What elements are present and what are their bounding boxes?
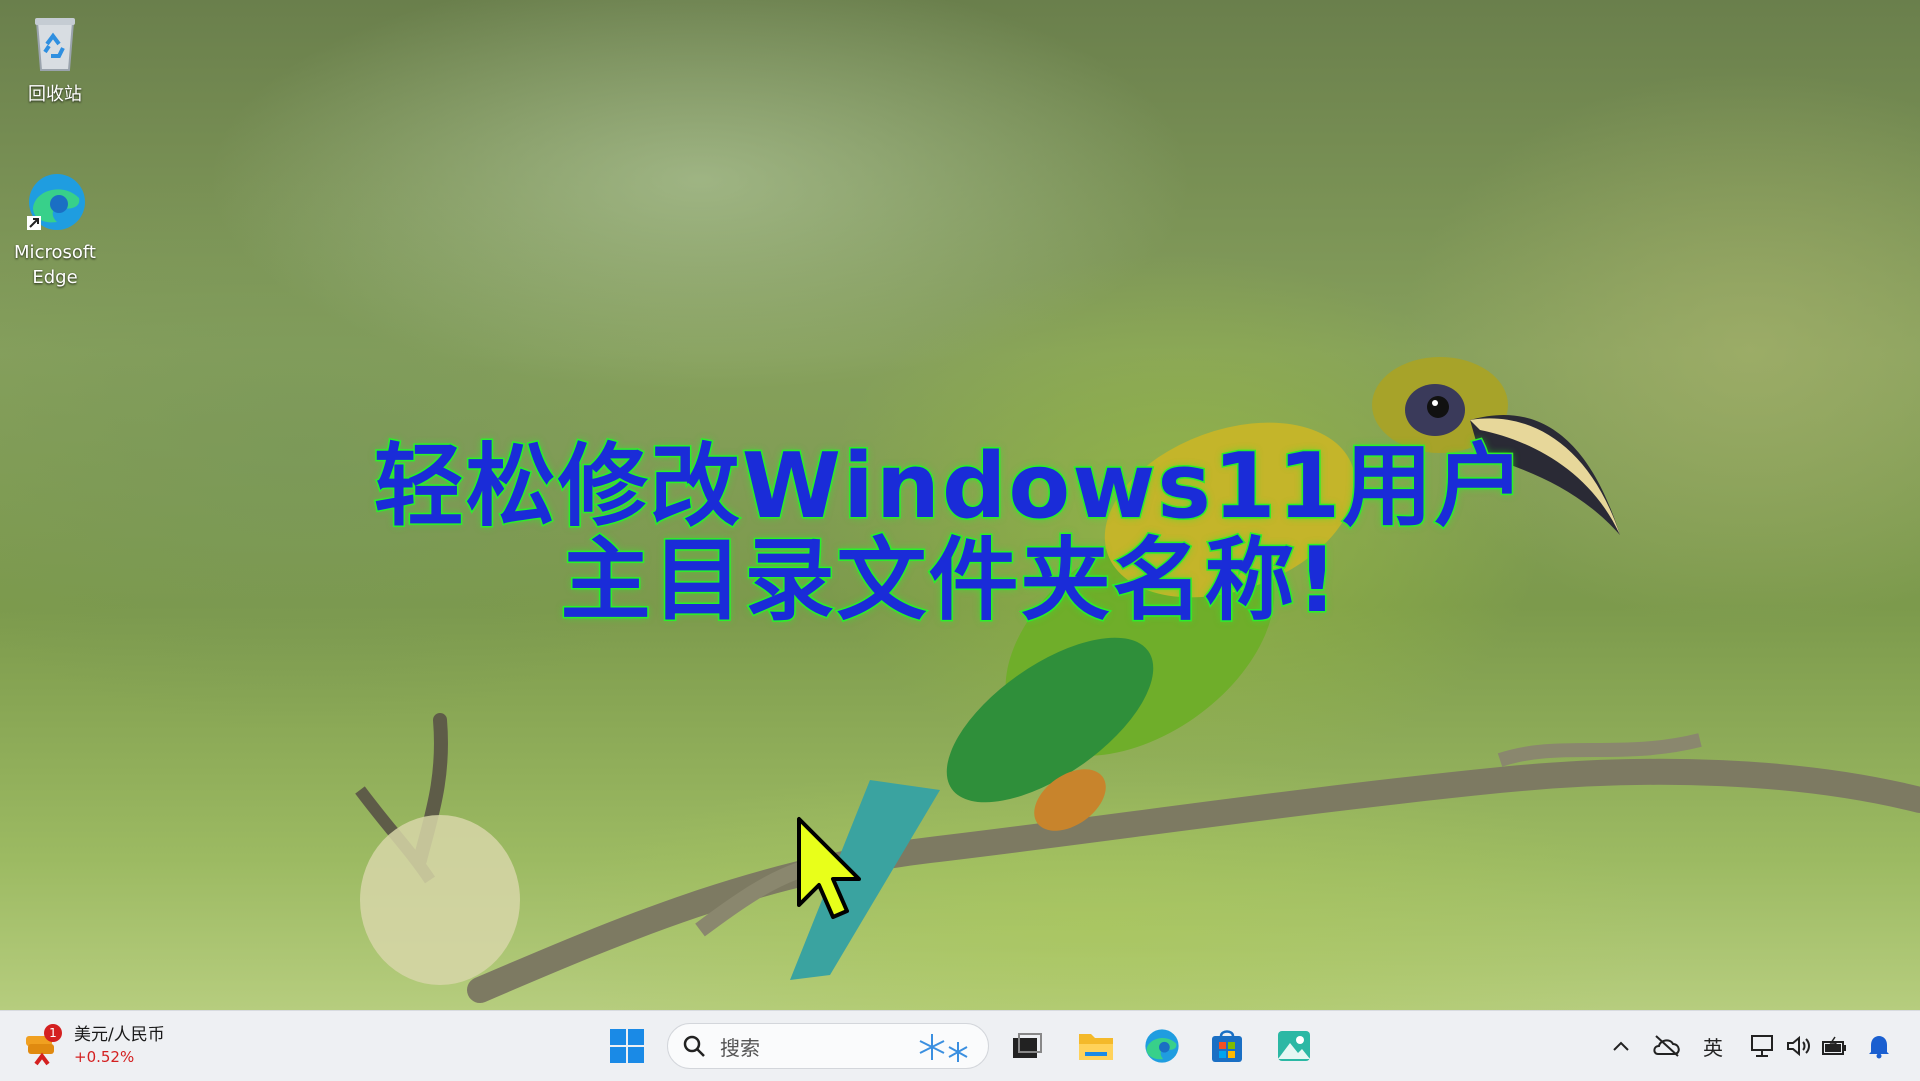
widget-title: 美元/人民币	[74, 1025, 165, 1045]
widgets-button[interactable]: 1 美元/人民币 +0.52%	[22, 1019, 192, 1073]
desktop: 回收站 Microsoft Edge 轻松修改Windows11用户 主目录文件…	[0, 0, 1920, 1010]
recycle-bin-glyph-icon	[35, 18, 75, 71]
photos-icon	[1278, 1031, 1310, 1061]
search-box[interactable]: 搜索	[667, 1023, 989, 1069]
battery-status[interactable]	[1818, 1029, 1852, 1063]
start-button[interactable]	[601, 1020, 653, 1072]
microsoft-store-button[interactable]	[1201, 1020, 1253, 1072]
battery-icon	[1822, 1036, 1846, 1055]
widget-value: +0.52%	[74, 1048, 135, 1066]
recycle-bin-icon[interactable]: 回收站	[7, 12, 103, 107]
windows-logo-icon	[610, 1029, 644, 1063]
notification-badge: 1	[44, 1024, 62, 1042]
recycle-bin-label: 回收站	[28, 84, 82, 105]
edge-icon	[27, 174, 85, 230]
task-view-icon	[1013, 1033, 1042, 1058]
snowflake-icon	[919, 1034, 968, 1062]
show-hidden-icons-button[interactable]	[1604, 1029, 1638, 1063]
speaker-icon	[1787, 1035, 1810, 1057]
search-icon	[683, 1035, 705, 1057]
volume-control[interactable]	[1782, 1029, 1816, 1063]
task-view-button[interactable]	[1001, 1020, 1053, 1072]
edge-taskbar-button[interactable]	[1136, 1020, 1188, 1072]
file-explorer-button[interactable]	[1070, 1020, 1122, 1072]
search-placeholder: 搜索	[720, 1035, 760, 1060]
store-icon	[1212, 1030, 1242, 1062]
taskbar: 1 美元/人民币 +0.52% 搜索 英	[0, 1010, 1920, 1081]
onedrive-status[interactable]	[1648, 1029, 1686, 1063]
network-icon	[1751, 1035, 1773, 1057]
mouse-cursor-icon	[797, 817, 861, 919]
chevron-up-icon	[1613, 1041, 1629, 1051]
photos-button[interactable]	[1268, 1020, 1320, 1072]
stock-icon: 1	[22, 1024, 66, 1068]
folder-icon	[1079, 1034, 1113, 1060]
edge-icon	[1145, 1029, 1179, 1063]
cloud-off-icon	[1653, 1035, 1680, 1057]
microsoft-edge-label: Microsoft Edge	[14, 242, 96, 288]
microsoft-edge-shortcut[interactable]: Microsoft Edge	[7, 170, 103, 290]
notifications-button[interactable]	[1862, 1029, 1896, 1063]
input-language[interactable]: 英	[1696, 1029, 1730, 1063]
headline-line-2: 主目录文件夹名称!	[559, 528, 1340, 633]
network-status[interactable]	[1745, 1029, 1779, 1063]
headline-line-1: 轻松修改Windows11用户	[372, 434, 1527, 539]
bell-icon	[1869, 1036, 1889, 1059]
headline: 轻松修改Windows11用户 主目录文件夹名称!	[350, 434, 1550, 633]
